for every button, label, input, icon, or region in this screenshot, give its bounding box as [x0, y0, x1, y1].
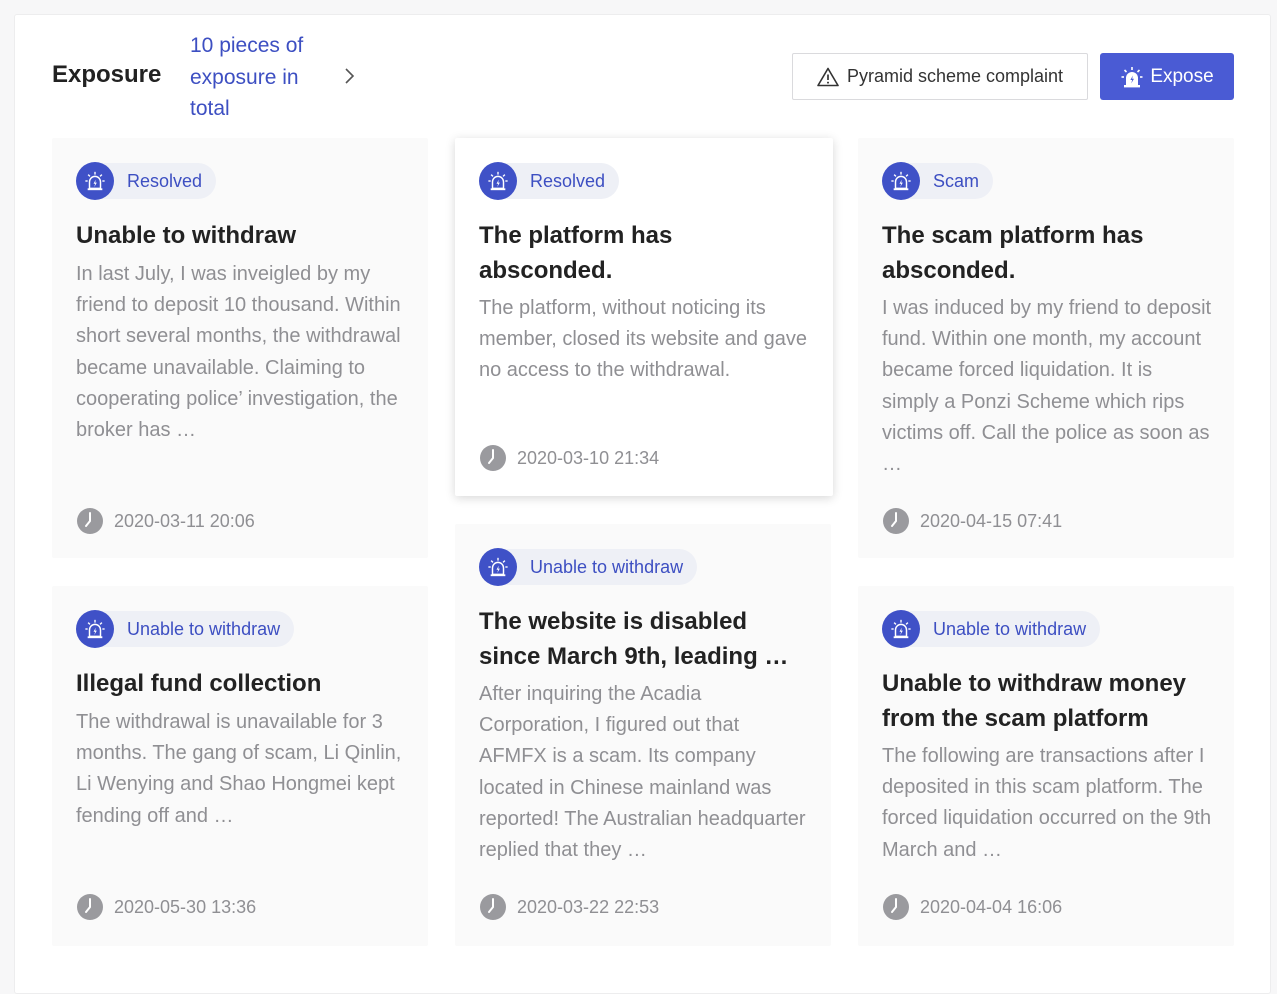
status-tag: Scam: [882, 162, 994, 200]
exposure-card[interactable]: Resolved The platform has absconded. The…: [455, 138, 833, 496]
status-tag: Resolved: [479, 162, 620, 200]
card-title: The website is disabled since March 9th,…: [479, 608, 789, 670]
clock-icon: [77, 894, 103, 920]
card-time-text: 2020-04-15 07:41: [920, 510, 1063, 531]
card-title: Unable to withdraw money from the scam p…: [882, 670, 1187, 732]
expose-button[interactable]: Expose: [1100, 53, 1234, 100]
status-tag-label: Resolved: [100, 163, 217, 199]
card-time-text: 2020-03-10 21:34: [517, 447, 660, 468]
exposure-card[interactable]: Unable to withdraw Unable to withdraw mo…: [858, 586, 1234, 946]
card-title: Unable to withdraw: [76, 222, 297, 249]
exposure-card[interactable]: Unable to withdraw The website is disabl…: [455, 524, 831, 946]
card-body: After inquiring the Acadia Corporation, …: [479, 683, 806, 862]
exposure-card[interactable]: Resolved Unable to withdraw In last July…: [52, 138, 428, 558]
clock-icon: [480, 894, 506, 920]
card-title: Illegal fund collection: [76, 670, 322, 697]
pyramid-complaint-label: Pyramid scheme complaint: [846, 66, 1064, 86]
alarm-light-icon: [76, 610, 114, 648]
card-body: In last July, I was inveigled by my frie…: [76, 263, 401, 442]
status-tag-label: Resolved: [503, 163, 620, 199]
card-body: The withdrawal is unavailable for 3 mont…: [76, 711, 402, 827]
status-tag-label: Unable to withdraw: [503, 549, 698, 585]
alarm-light-icon: [1121, 66, 1143, 87]
exposure-card[interactable]: Scam The scam platform has absconded. I …: [858, 138, 1234, 558]
exposure-card[interactable]: Unable to withdraw Illegal fund collecti…: [52, 586, 428, 946]
exposure-count-link[interactable]: 10 pieces of exposure in total: [190, 30, 330, 125]
page-title: Exposure: [52, 61, 162, 88]
card-body: I was induced by my friend to deposit fu…: [882, 297, 1212, 476]
card-time-text: 2020-03-22 22:53: [517, 896, 660, 917]
chevron-right-icon[interactable]: [340, 64, 360, 88]
card-time: 2020-03-10 21:34: [479, 444, 659, 472]
card-time: 2020-03-22 22:53: [479, 893, 659, 921]
status-tag: Unable to withdraw: [76, 610, 295, 648]
clock-icon: [77, 508, 103, 534]
alarm-light-icon: [882, 162, 920, 200]
pyramid-complaint-button[interactable]: Pyramid scheme complaint: [792, 53, 1088, 100]
card-time: 2020-04-15 07:41: [882, 507, 1062, 535]
status-tag: Resolved: [76, 162, 217, 200]
status-tag-label: Unable to withdraw: [100, 611, 295, 647]
clock-icon: [883, 508, 909, 534]
alarm-light-icon: [479, 162, 517, 200]
expose-label: Expose: [1150, 65, 1214, 87]
card-title: The scam platform has absconded.: [882, 222, 1144, 284]
card-body: The following are transactions after I d…: [882, 745, 1212, 861]
alarm-light-icon: [882, 610, 920, 648]
warning-icon: [817, 67, 839, 86]
alarm-light-icon: [76, 162, 114, 200]
card-time: 2020-04-04 16:06: [882, 893, 1062, 921]
card-time: 2020-03-11 20:06: [76, 507, 255, 535]
card-time: 2020-05-30 13:36: [76, 893, 256, 921]
clock-icon: [480, 445, 506, 471]
status-tag-label: Unable to withdraw: [906, 611, 1101, 647]
card-time-text: 2020-04-04 16:06: [920, 896, 1063, 917]
status-tag: Unable to withdraw: [479, 548, 698, 586]
card-body: The platform, without noticing its membe…: [479, 297, 807, 382]
clock-icon: [883, 894, 909, 920]
card-time-text: 2020-05-30 13:36: [114, 896, 257, 917]
alarm-light-icon: [479, 548, 517, 586]
card-title: The platform has absconded.: [479, 222, 673, 284]
status-tag: Unable to withdraw: [882, 610, 1101, 648]
card-time-text: 2020-03-11 20:06: [114, 510, 255, 531]
